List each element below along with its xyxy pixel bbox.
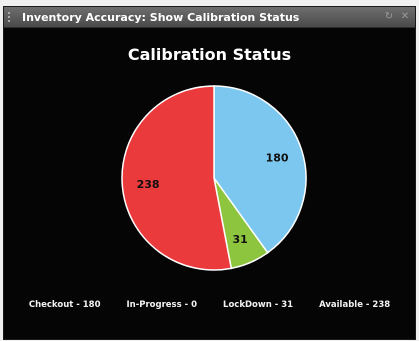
pie-label-available: 238 <box>137 178 160 191</box>
legend-item-checkout: Checkout - 180 <box>28 300 101 310</box>
legend-item-lockdown: LockDown - 31 <box>223 300 294 310</box>
legend-item-available: Available - 238 <box>319 300 391 310</box>
pie-label-checkout: 180 <box>266 152 289 165</box>
pie-label-lockdown: 31 <box>232 233 247 246</box>
pie-chart: 180 31 238 <box>121 85 307 271</box>
chart-legend: Checkout - 180 In-Progress - 0 LockDown … <box>0 300 419 310</box>
legend-item-in-progress: In-Progress - 0 <box>126 300 198 310</box>
